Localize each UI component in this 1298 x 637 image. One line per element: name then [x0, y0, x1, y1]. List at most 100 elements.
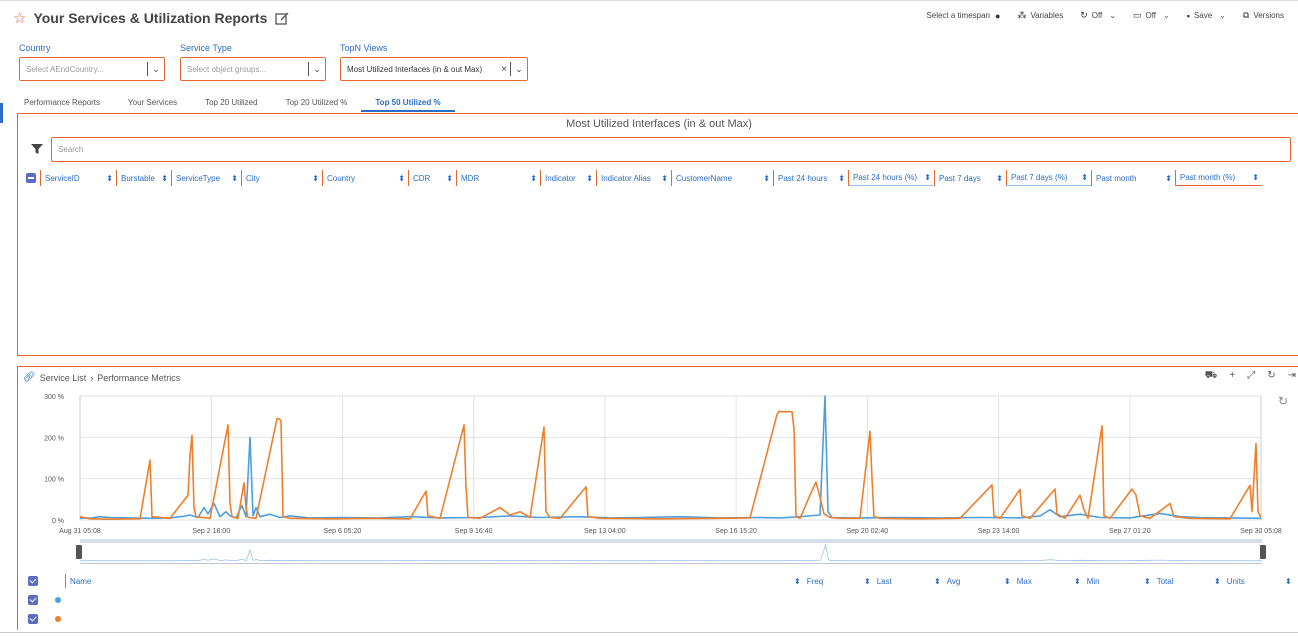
column-header-past-24-hours-pct[interactable]: Past 24 hours (%) ⬍ — [848, 170, 934, 186]
report-tabs: Performance Reports Your Services Top 20… — [10, 98, 455, 112]
sort-icon[interactable]: ⬍ — [398, 174, 405, 183]
add-icon[interactable]: + — [1229, 370, 1235, 383]
sort-icon[interactable]: ⬍ — [1074, 577, 1081, 586]
export-icon[interactable]: ⇥ — [1288, 370, 1296, 383]
column-header-cdr[interactable]: CDR ⬍ — [408, 170, 456, 186]
legend-select-all-checkbox[interactable] — [28, 576, 38, 586]
series-checkbox[interactable] — [28, 595, 38, 605]
search-input[interactable]: Search — [51, 136, 1291, 162]
active-indicator — [0, 103, 3, 123]
sort-icon[interactable]: ⬍ — [312, 174, 319, 183]
sort-icon[interactable]: ⬍ — [530, 174, 537, 183]
column-header-indicator[interactable]: Indicator ⬍ — [540, 170, 596, 186]
column-header-past-7-days[interactable]: Past 7 days ⬍ — [934, 170, 1006, 186]
column-header-city[interactable]: City ⬍ — [241, 170, 322, 186]
legend-column-units[interactable]: ⬍ Units ⬍ — [1214, 577, 1292, 586]
column-header-past-24-hours[interactable]: Past 24 hours ⬍ — [773, 170, 848, 186]
legend-column-avg[interactable]: ⬍ Avg — [934, 577, 1004, 586]
timespan-label: Select a timespan — [926, 11, 990, 20]
expand-icon[interactable]: ⤢ — [1247, 370, 1255, 383]
tab-performance-reports[interactable]: Performance Reports — [10, 98, 114, 112]
legend-column-freq[interactable]: ⬍ Freq — [794, 577, 864, 586]
column-header-country[interactable]: Country ⬍ — [322, 170, 408, 186]
sort-icon[interactable]: ⬍ — [924, 173, 931, 182]
chevron-down-icon[interactable]: ⌄ — [148, 64, 164, 75]
table-header: ServiceID ⬍ Burstable ⬍ ServiceType ⬍ City ⬍… — [26, 170, 1291, 186]
timespan-button[interactable]: Select a timespan ● — [926, 11, 1000, 21]
chart-reset-icon[interactable]: ↻ — [1278, 394, 1288, 408]
sitemap-icon: ⁂ — [1017, 10, 1027, 20]
chart-series — [79, 395, 1262, 520]
legend-column-min[interactable]: ⬍ Min — [1074, 577, 1144, 586]
country-select[interactable]: Select AEndCountry... ⌄ — [19, 57, 165, 81]
tab-top-50-utilized-pct[interactable]: Top 50 Utilized % — [361, 98, 455, 112]
sort-icon[interactable]: ⬍ — [996, 174, 1003, 183]
x-tick-label: Aug 31 05:08 — [59, 528, 101, 535]
column-header-customername[interactable]: CustomerName ⬍ — [671, 170, 773, 186]
x-tick-label: Sep 6 05:20 — [324, 528, 362, 535]
sort-icon[interactable]: ⬍ — [763, 174, 770, 183]
y-tick-label: 100 % — [44, 477, 64, 484]
tab-top-20-utilized-pct[interactable]: Top 20 Utilized % — [272, 98, 362, 112]
refresh-button[interactable]: ↻ Off ⌄ — [1080, 10, 1116, 21]
column-header-past-month[interactable]: Past month ⬍ — [1091, 170, 1175, 186]
sort-icon[interactable]: ⬍ — [231, 174, 238, 183]
legend-column-total[interactable]: ⬍ Total — [1144, 577, 1214, 586]
save-button[interactable]: ▪ Save ⌄ — [1187, 11, 1226, 21]
sort-icon[interactable]: ⬍ — [1285, 577, 1292, 586]
legend-column-name[interactable]: Name — [66, 574, 794, 588]
column-header-indicator-alias[interactable]: Indicator Alias ⬍ — [596, 170, 671, 186]
edit-icon[interactable] — [275, 11, 289, 25]
select-all-checkbox[interactable] — [26, 173, 36, 183]
column-header-past-7-days-pct[interactable]: Past 7 days (%) ⬍ — [1006, 170, 1091, 186]
chevron-down-icon: ⌄ — [1163, 11, 1170, 20]
chevron-down-icon[interactable]: ⌄ — [511, 64, 527, 75]
refresh-icon[interactable]: ↻ — [1267, 370, 1275, 383]
sort-icon[interactable]: ⬍ — [1144, 577, 1151, 586]
topn-select[interactable]: Most Utilized Interfaces (in & out Max) … — [340, 57, 528, 81]
sort-icon[interactable]: ⬍ — [934, 577, 941, 586]
range-navigator[interactable] — [76, 539, 1266, 564]
y-tick-label: 200 % — [44, 435, 64, 442]
navigator-right-handle[interactable] — [1260, 545, 1266, 559]
sort-icon[interactable]: ⬍ — [1252, 173, 1259, 182]
tab-top-20-utilized[interactable]: Top 20 Utilized — [191, 98, 271, 112]
page-title: Your Services & Utilization Reports — [33, 10, 268, 26]
column-header-servicetype[interactable]: ServiceType ⬍ — [171, 170, 241, 186]
column-header-serviceid[interactable]: ServiceID ⬍ — [40, 170, 116, 186]
breadcrumb-service-list[interactable]: Service List — [40, 373, 87, 383]
sort-icon[interactable]: ⬍ — [1165, 174, 1172, 183]
column-header-mdr[interactable]: MDR ⬍ — [456, 170, 540, 186]
sort-icon[interactable]: ⬍ — [161, 174, 168, 183]
cart-icon[interactable]: ⛟ — [1205, 370, 1218, 383]
legend-column-max[interactable]: ⬍ Max — [1004, 577, 1074, 586]
country-placeholder: Select AEndCountry... — [26, 64, 104, 74]
sort-icon[interactable]: ⬍ — [1214, 577, 1221, 586]
sort-icon[interactable]: ⬍ — [106, 174, 113, 183]
legend-row — [28, 594, 61, 606]
legend-row — [28, 613, 61, 625]
tab-your-services[interactable]: Your Services — [114, 98, 191, 112]
series-checkbox[interactable] — [28, 614, 38, 624]
display-button[interactable]: ▭ Off ⌄ — [1133, 10, 1170, 21]
sort-icon[interactable]: ⬍ — [1004, 577, 1011, 586]
versions-button[interactable]: ⧉ Versions — [1243, 10, 1284, 21]
sort-icon[interactable]: ⬍ — [794, 577, 801, 586]
sort-icon[interactable]: ⬍ — [586, 174, 593, 183]
favorite-star-icon[interactable]: ☆ — [13, 9, 26, 27]
column-header-past-month-pct[interactable]: Past month (%) ⬍ — [1175, 170, 1262, 186]
service-type-select[interactable]: Select object groups... ⌄ — [180, 57, 326, 81]
sort-icon[interactable]: ⬍ — [661, 174, 668, 183]
sort-icon[interactable]: ⬍ — [838, 174, 845, 183]
filter-icon[interactable] — [31, 144, 43, 154]
legend-column-last[interactable]: ⬍ Last — [864, 577, 934, 586]
clear-icon[interactable]: × — [498, 64, 510, 75]
sort-icon[interactable]: ⬍ — [446, 174, 453, 183]
navigator-left-handle[interactable] — [76, 545, 82, 559]
copy-icon: ⧉ — [1242, 10, 1250, 20]
sort-icon[interactable]: ⬍ — [1081, 173, 1088, 182]
variables-button[interactable]: ⁂ Variables — [1017, 10, 1063, 21]
chevron-down-icon[interactable]: ⌄ — [309, 64, 325, 75]
sort-icon[interactable]: ⬍ — [864, 577, 871, 586]
column-header-burstable[interactable]: Burstable ⬍ — [116, 170, 171, 186]
